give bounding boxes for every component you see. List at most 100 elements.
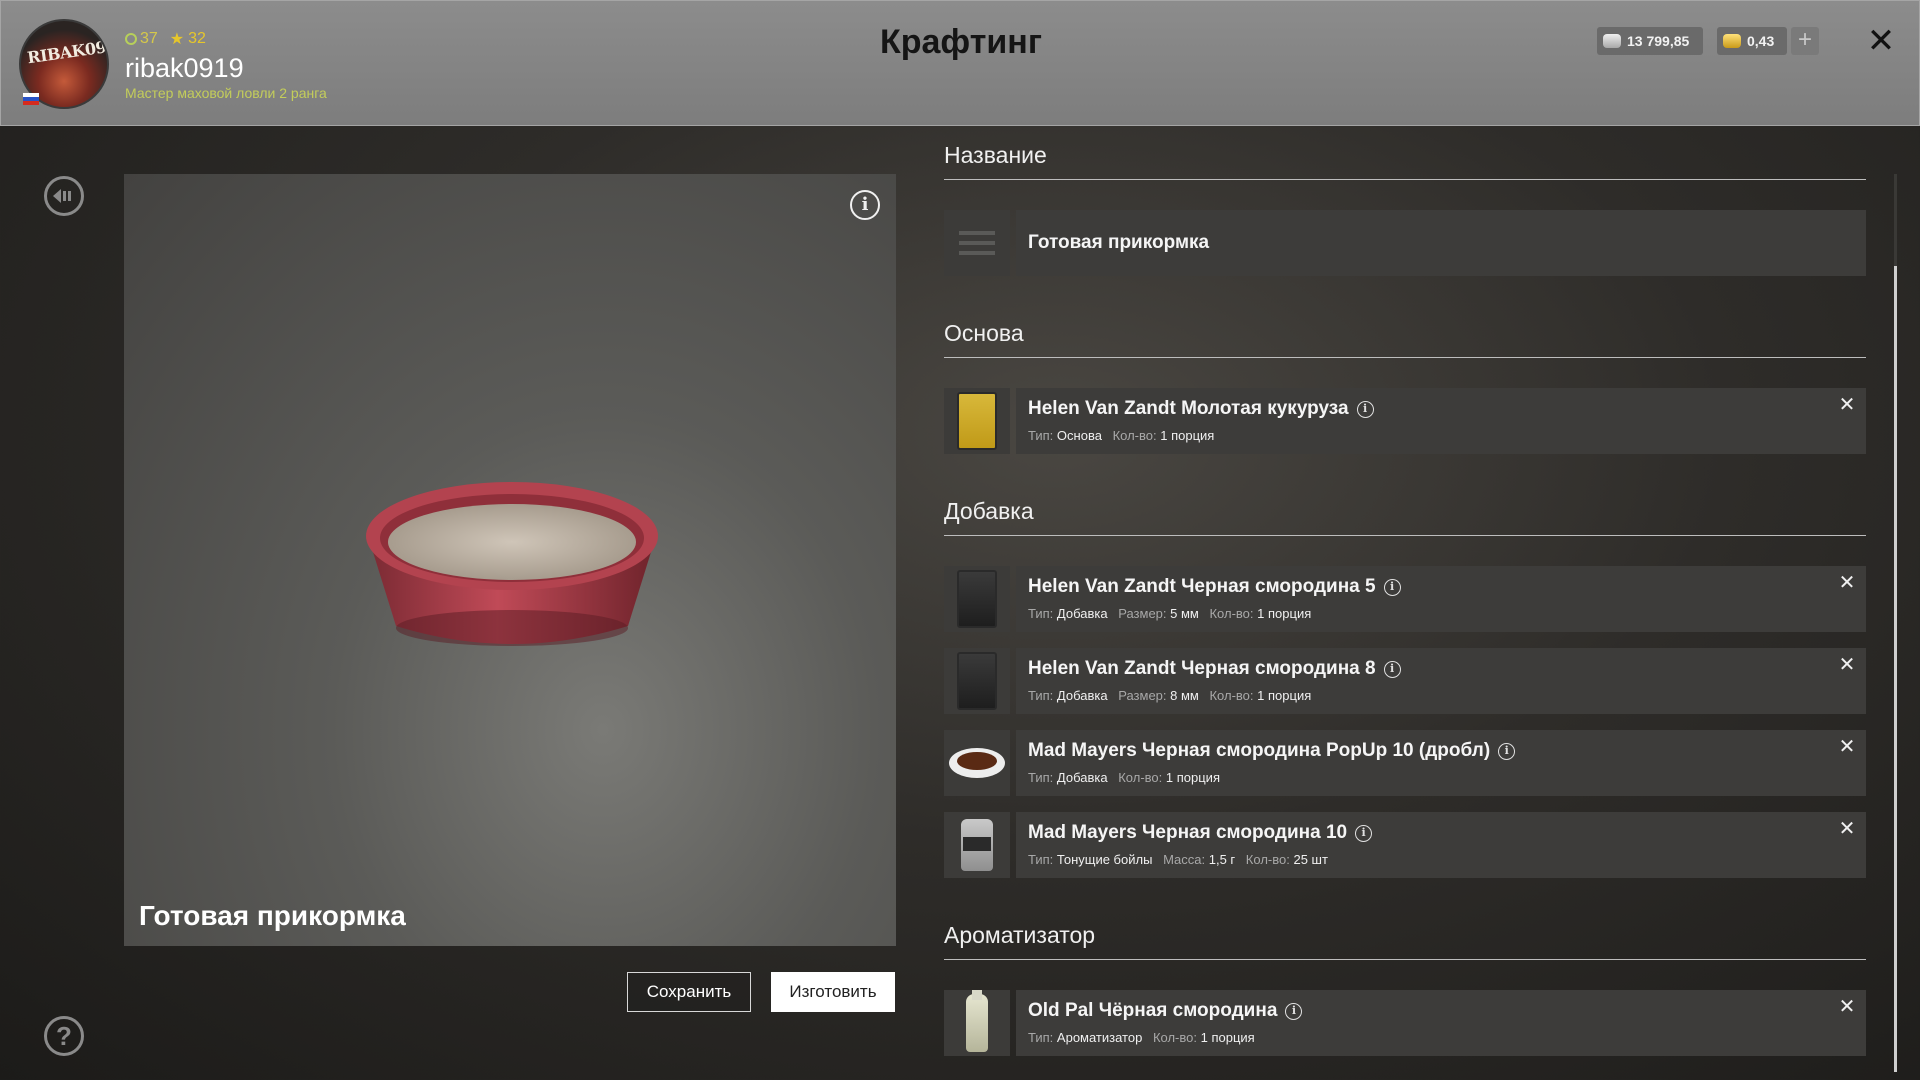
info-icon[interactable]: i [1498,742,1516,760]
ingredient-row[interactable]: Mad Mayers Черная смородина 10 i Тип: То… [944,812,1866,878]
ingredient-body: Helen Van Zandt Черная смородина 5 i Тип… [1016,566,1866,632]
section-title-flavor: Ароматизатор [944,922,1866,960]
silver-coin-icon [1603,34,1621,48]
ingredient-row[interactable]: Helen Van Zandt Черная смородина 5 i Тип… [944,566,1866,632]
ingredient-row[interactable]: Mad Mayers Черная смородина PopUp 10 (др… [944,730,1866,796]
top-bar: RIBAK0919 37 ★ 32 ribak0919 Мастер махов… [0,0,1920,126]
ingredient-body: Mad Mayers Черная смородина PopUp 10 (др… [1016,730,1866,796]
size-value: 8 мм [1170,688,1199,703]
ingredient-meta: Тип: Ароматизатор Кол-во: 1 порция [1028,1030,1262,1045]
qty-label: Кол-во: [1118,770,1163,785]
scrollbar[interactable] [1894,174,1897,1072]
qty-value: 1 порция [1160,428,1215,443]
type-value: Основа [1056,428,1102,443]
remove-button[interactable]: ✕ [1838,737,1856,757]
type-label: Тип: [1028,428,1054,443]
scrollbar-thumb[interactable] [1894,266,1897,1072]
info-icon[interactable]: i [850,190,880,220]
level-stat: 37 [125,29,158,49]
ingredient-name: Old Pal Чёрная смородина i [1028,1000,1303,1022]
level-icon [125,33,137,45]
ingredient-row[interactable]: Old Pal Чёрная смородина i Тип: Ароматиз… [944,990,1866,1056]
ingredient-name: Mad Mayers Черная смородина 10 i [1028,822,1373,844]
qty-value: 1 порция [1165,770,1220,785]
item-preview: i Готовая прикормка [124,174,896,946]
star-icon: ★ [169,31,185,48]
ingredient-meta: Тип: Основа Кол-во: 1 порция [1028,428,1221,443]
type-label: Тип: [1028,606,1054,621]
recipe-name-field[interactable]: Готовая прикормка [1016,210,1866,276]
close-button[interactable]: ✕ [1863,23,1899,59]
ingredient-thumbnail [944,730,1010,796]
ingredient-row[interactable]: Helen Van Zandt Черная смородина 8 i Тип… [944,648,1866,714]
qty-value: 25 шт [1293,852,1328,867]
qty-label: Кол-во: [1209,606,1254,621]
qty-value: 1 порция [1257,688,1312,703]
type-label: Тип: [1028,852,1054,867]
remove-button[interactable]: ✕ [1838,819,1856,839]
type-label: Тип: [1028,688,1054,703]
mass-label: Масса: [1163,852,1206,867]
back-arrow-icon [53,189,71,203]
section-title-additive: Добавка [944,498,1866,536]
craft-button[interactable]: Изготовить [771,972,895,1012]
ingredient-name: Helen Van Zandt Черная смородина 8 i [1028,658,1401,680]
ingredient-thumbnail [944,648,1010,714]
type-value: Ароматизатор [1056,1030,1143,1045]
crushed-boilies-dish-icon [949,748,1005,778]
flag-ru-icon [23,93,39,105]
info-icon[interactable]: i [1285,1002,1303,1020]
silver-balance: 13 799,85 [1597,27,1703,55]
bait-pack-icon [957,652,997,710]
info-icon[interactable]: i [1383,578,1401,596]
info-icon[interactable]: i [1383,660,1401,678]
ingredient-name-text: Helen Van Zandt Черная смородина 5 [1028,576,1376,597]
ingredient-thumbnail [944,990,1010,1056]
corn-bait-pack-icon [957,392,997,450]
level-value: 37 [140,30,158,47]
stars-stat: ★ 32 [170,29,206,49]
boilies-jar-icon [961,819,993,871]
type-label: Тип: [1028,1030,1054,1045]
recipe-name-row[interactable]: Готовая прикормка [944,210,1866,276]
gold-value: 0,43 [1747,33,1775,49]
ingredient-name-text: Mad Mayers Черная смородина PopUp 10 (др… [1028,740,1491,761]
silver-value: 13 799,85 [1627,33,1690,49]
remove-button[interactable]: ✕ [1838,997,1856,1017]
type-value: Добавка [1056,688,1108,703]
info-icon[interactable]: i [1355,824,1373,842]
stars-value: 32 [188,30,206,47]
info-icon[interactable]: i [1356,400,1374,418]
player-stats: 37 ★ 32 [125,29,206,49]
avatar-logo-text: RIBAK0919 [26,34,109,68]
back-icon[interactable] [44,176,84,216]
ingredient-name-text: Helen Van Zandt Молотая кукуруза [1028,398,1349,419]
player-rank: Мастер маховой ловли 2 ранга [125,85,327,101]
type-value: Добавка [1056,606,1108,621]
remove-button[interactable]: ✕ [1838,655,1856,675]
remove-button[interactable]: ✕ [1838,573,1856,593]
ingredient-row[interactable]: Helen Van Zandt Молотая кукуруза i Тип: … [944,388,1866,454]
recipe-icon [944,210,1010,276]
section-title-name: Название [944,142,1866,180]
ingredient-name-text: Mad Mayers Черная смородина 10 [1028,822,1348,843]
ingredient-name: Helen Van Zandt Молотая кукуруза i [1028,398,1374,420]
qty-label: Кол-во: [1245,852,1290,867]
add-currency-button[interactable]: + [1791,27,1819,55]
preview-title: Готовая прикормка [139,900,406,931]
ingredient-meta: Тип: Тонущие бойлы Масса: 1,5 г Кол-во: … [1028,852,1335,867]
ingredient-thumbnail [944,388,1010,454]
ingredient-body: Helen Van Zandt Молотая кукуруза i Тип: … [1016,388,1866,454]
remove-button[interactable]: ✕ [1838,395,1856,415]
ingredient-name-text: Helen Van Zandt Черная смородина 8 [1028,658,1376,679]
ingredient-body: Mad Mayers Черная смородина 10 i Тип: То… [1016,812,1866,878]
type-label: Тип: [1028,770,1054,785]
ingredient-meta: Тип: Добавка Кол-во: 1 порция [1028,770,1227,785]
qty-value: 1 порция [1257,606,1312,621]
bait-bowl-image [362,476,662,656]
ingredient-name-text: Old Pal Чёрная смородина [1028,1000,1278,1021]
save-button[interactable]: Сохранить [627,972,751,1012]
ingredient-body: Helen Van Zandt Черная смородина 8 i Тип… [1016,648,1866,714]
ingredient-meta: Тип: Добавка Размер: 8 мм Кол-во: 1 порц… [1028,688,1318,703]
help-icon[interactable]: ? [44,1016,84,1056]
